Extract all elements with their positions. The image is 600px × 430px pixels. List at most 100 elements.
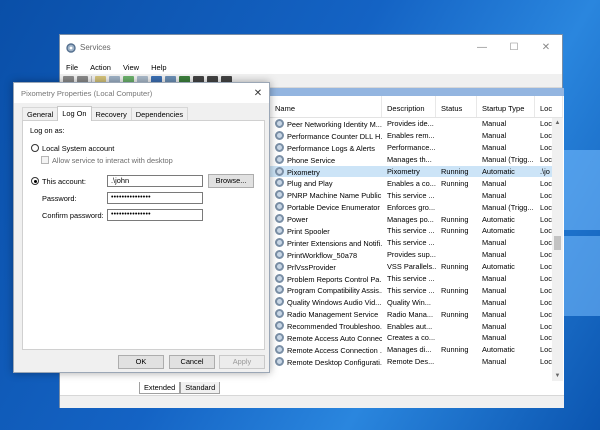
row-name: Remote Desktop Configurati... bbox=[270, 356, 382, 367]
service-gear-icon bbox=[275, 344, 284, 354]
table-row[interactable]: PNRP Machine Name Public... This service … bbox=[270, 189, 563, 201]
service-name: Problem Reports Control Pa... bbox=[287, 274, 382, 284]
table-row[interactable]: Performance Counter DLL H... Enables rem.… bbox=[270, 130, 563, 142]
dialog-close-icon[interactable]: ✕ bbox=[247, 88, 269, 99]
row-name: Program Compatibility Assis... bbox=[270, 285, 382, 295]
table-row[interactable]: PrintWorkflow_50a78 Provides sup... Manual… bbox=[270, 249, 563, 261]
service-name: Program Compatibility Assis... bbox=[287, 286, 382, 296]
table-row[interactable]: Recommended Troubleshoo... Enables aut...… bbox=[270, 320, 563, 332]
table-row[interactable]: Remote Access Auto Connec... Creates a co… bbox=[270, 332, 563, 344]
table-row[interactable]: Phone Service Manages th... Manual (Trigg.… bbox=[270, 154, 563, 166]
row-name: Quality Windows Audio Vid... bbox=[270, 297, 382, 307]
allow-interact-checkbox[interactable] bbox=[41, 156, 49, 164]
close-icon[interactable]: ✕ bbox=[530, 35, 562, 60]
service-gear-icon bbox=[275, 237, 284, 247]
table-row[interactable]: Plug and Play Enables a co... Running Manua… bbox=[270, 177, 563, 189]
minimize-icon[interactable]: — bbox=[466, 35, 498, 60]
apply-button[interactable]: Apply bbox=[219, 355, 265, 369]
tab-extended[interactable]: Extended bbox=[139, 382, 181, 394]
menu-bar: File Action View Help bbox=[60, 60, 562, 74]
service-gear-icon bbox=[275, 309, 284, 319]
row-name: Peer Networking Identity M... bbox=[270, 118, 382, 129]
row-startup-type: Manual (Trigg... bbox=[482, 202, 534, 212]
service-gear-icon bbox=[275, 118, 284, 128]
this-account-label: This account: bbox=[42, 177, 86, 186]
row-name: Recommended Troubleshoo... bbox=[270, 321, 382, 331]
table-row[interactable]: Peer Networking Identity M... Provides id… bbox=[270, 118, 563, 130]
table-row[interactable]: Remote Access Connection ... Manages di..… bbox=[270, 344, 563, 356]
tab-standard[interactable]: Standard bbox=[180, 382, 221, 394]
cancel-button[interactable]: Cancel bbox=[169, 355, 215, 369]
row-status: Running bbox=[441, 226, 469, 236]
password-field[interactable]: ••••••••••••••• bbox=[107, 192, 203, 204]
service-gear-icon bbox=[275, 225, 284, 235]
row-startup-type: Automatic bbox=[482, 214, 515, 224]
table-row[interactable]: Problem Reports Control Pa... This servic… bbox=[270, 273, 563, 285]
row-description: This service ... bbox=[387, 238, 435, 248]
row-startup-type: Automatic bbox=[482, 226, 515, 236]
col-status[interactable]: Status bbox=[436, 96, 477, 117]
col-log-on-as[interactable]: Loc bbox=[535, 96, 563, 117]
row-description: Enables rem... bbox=[387, 131, 435, 141]
maximize-icon[interactable]: ☐ bbox=[498, 35, 530, 60]
table-row[interactable]: Printer Extensions and Notifi... This ser… bbox=[270, 237, 563, 249]
service-name: Remote Access Auto Connec... bbox=[287, 333, 382, 343]
table-row[interactable]: Pixometry Pixometry Running Automatic .\jo bbox=[270, 165, 563, 178]
row-name: Phone Service bbox=[270, 154, 382, 165]
service-name: Phone Service bbox=[287, 155, 336, 165]
menu-action[interactable]: Action bbox=[84, 63, 117, 72]
col-name[interactable]: Name bbox=[270, 96, 382, 117]
service-gear-icon bbox=[275, 321, 284, 331]
table-row[interactable]: Remote Desktop Configurati... Remote Des.… bbox=[270, 356, 563, 368]
row-name: PrlVssProvider bbox=[270, 261, 382, 272]
col-description[interactable]: Description bbox=[382, 96, 436, 117]
row-startup-type: Manual bbox=[482, 357, 507, 367]
scroll-down-icon[interactable]: ▼ bbox=[552, 373, 563, 379]
row-description: Enforces gro... bbox=[387, 202, 436, 212]
row-description: Provides ide... bbox=[387, 119, 434, 129]
row-name: Print Spooler bbox=[270, 225, 382, 236]
row-status: Running bbox=[441, 167, 469, 176]
service-name: Plug and Play bbox=[287, 179, 333, 189]
services-window-title: Services bbox=[80, 43, 111, 52]
this-account-radio[interactable] bbox=[31, 177, 39, 185]
menu-view[interactable]: View bbox=[117, 63, 145, 72]
table-row[interactable]: Quality Windows Audio Vid... Quality Win.… bbox=[270, 296, 563, 308]
row-name: Plug and Play bbox=[270, 178, 382, 188]
status-bar bbox=[60, 395, 564, 408]
table-row[interactable]: Portable Device Enumerator ... Enforces g… bbox=[270, 201, 563, 213]
properties-dialog: Pixometry Properties (Local Computer) ✕ … bbox=[13, 82, 270, 373]
table-row[interactable]: Power Manages po... Running Automatic Loc bbox=[270, 213, 563, 225]
table-row[interactable]: Program Compatibility Assis... This servi… bbox=[270, 284, 563, 296]
scroll-thumb[interactable] bbox=[554, 236, 561, 250]
table-row[interactable]: Performance Logs & Alerts Performance... M… bbox=[270, 142, 563, 154]
service-gear-icon bbox=[275, 166, 284, 176]
row-status: Running bbox=[441, 345, 469, 355]
row-name: Portable Device Enumerator ... bbox=[270, 202, 382, 212]
table-row[interactable]: Radio Management Service Radio Mana... Run… bbox=[270, 308, 563, 320]
vertical-scrollbar[interactable]: ▲ ▼ bbox=[552, 118, 563, 381]
tab-log-on[interactable]: Log On bbox=[57, 106, 92, 121]
local-system-radio[interactable] bbox=[31, 144, 39, 152]
row-status: Running bbox=[441, 309, 469, 319]
service-gear-icon bbox=[275, 178, 284, 188]
row-description: This service ... bbox=[387, 274, 435, 284]
service-name: PrintWorkflow_50a78 bbox=[287, 250, 358, 260]
password-label: Password: bbox=[42, 194, 77, 203]
scroll-up-icon[interactable]: ▲ bbox=[552, 120, 563, 126]
browse-button[interactable]: Browse... bbox=[208, 174, 254, 188]
row-description: Radio Mana... bbox=[387, 309, 434, 319]
row-name: PrintWorkflow_50a78 bbox=[270, 249, 382, 260]
table-row[interactable]: PrlVssProvider VSS Parallels... Running Aut… bbox=[270, 261, 563, 273]
row-startup-type: Manual bbox=[482, 250, 507, 260]
table-row[interactable]: Print Spooler This service ... Running Auto… bbox=[270, 225, 563, 237]
ok-button[interactable]: OK bbox=[118, 355, 164, 369]
services-app-icon bbox=[66, 42, 76, 53]
account-field[interactable]: .\john bbox=[107, 175, 203, 187]
menu-help[interactable]: Help bbox=[145, 63, 172, 72]
col-startup-type[interactable]: Startup Type bbox=[477, 96, 535, 117]
service-gear-icon bbox=[275, 261, 284, 271]
menu-file[interactable]: File bbox=[60, 63, 84, 72]
confirm-password-field[interactable]: ••••••••••••••• bbox=[107, 209, 203, 221]
row-description: Creates a co... bbox=[387, 333, 436, 343]
